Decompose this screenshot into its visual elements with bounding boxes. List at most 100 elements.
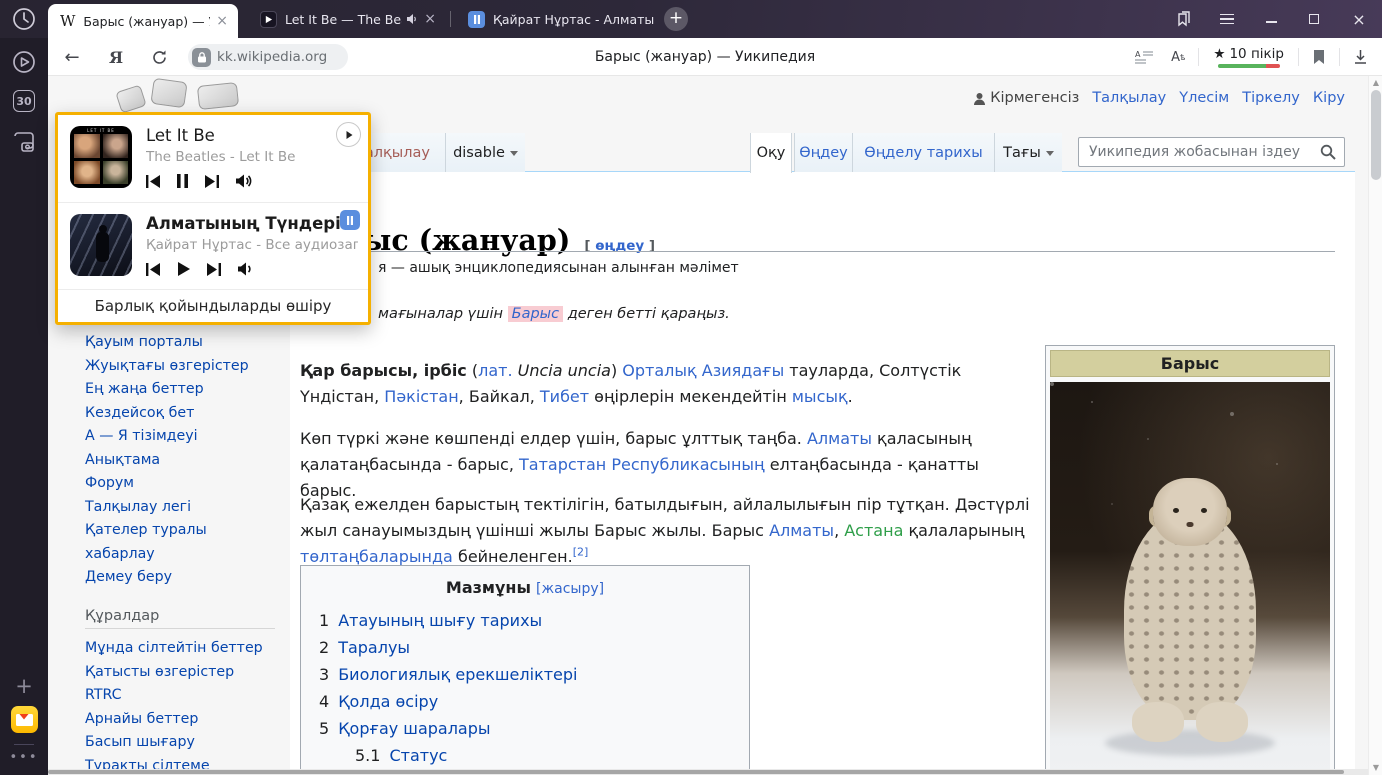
maximize-button[interactable]	[1305, 10, 1323, 28]
personal-link-contribs[interactable]: Үлесім	[1179, 90, 1229, 106]
tab-wikipedia[interactable]: W Барыс (жануар) — Уикипедия ×	[48, 4, 238, 38]
tools-link[interactable]: Басып шығару	[85, 731, 285, 755]
inline-link[interactable]: Астана	[844, 521, 903, 540]
page-tab-read[interactable]: Оқу	[750, 133, 792, 173]
scroll-down-arrow[interactable]: ▼	[1369, 763, 1382, 772]
tools-link[interactable]: RTRC	[85, 684, 285, 708]
tools-link[interactable]: Қатысты өзгерістер	[85, 661, 285, 685]
toc-item[interactable]: 3Биологиялық ерекшеліктері	[319, 661, 731, 688]
page-tab-more[interactable]: Тағы	[994, 133, 1062, 172]
inline-link[interactable]: лат.	[478, 361, 512, 380]
page-tab-edit[interactable]: Өңдеу	[794, 133, 852, 172]
previous-track-icon[interactable]	[146, 175, 160, 188]
close-window-button[interactable]: ×	[1350, 10, 1368, 28]
tab-close-icon[interactable]: ×	[210, 13, 238, 29]
tab-kairat-nurtas[interactable]: Қайрат Нұртас - Алматының	[458, 0, 654, 38]
add-panel-icon[interactable]: +	[0, 674, 48, 698]
horizontal-scrollbar[interactable]	[48, 769, 1368, 775]
address-bar[interactable]: kk.wikipedia.org	[188, 44, 348, 70]
minimize-button[interactable]	[1262, 10, 1280, 28]
back-button[interactable]: ←	[58, 38, 86, 76]
music-player-icon[interactable]	[0, 50, 48, 74]
next-track-icon[interactable]	[207, 263, 221, 276]
play-icon[interactable]	[177, 262, 190, 276]
reader-mode-icon[interactable]: A	[1135, 50, 1153, 64]
site-rating[interactable]: ★10 пікір	[1213, 46, 1284, 68]
inline-link[interactable]: [2]	[573, 546, 589, 559]
text-segment: Көп түркі және көшпенді елдер үшін, бары…	[300, 429, 807, 448]
text-segment: ,	[834, 521, 844, 540]
sidebar-link[interactable]: Жуықтағы өзгерістер	[85, 355, 275, 379]
browser-tab-bar: W Барыс (жануар) — Уикипедия × Let It Be…	[0, 0, 1382, 38]
tools-link[interactable]: Мұнда сілтейтін беттер	[85, 637, 285, 661]
vertical-scrollbar[interactable]: ▲ ▼	[1368, 76, 1382, 775]
toc-item[interactable]: 4Қолда өсіру	[319, 688, 731, 715]
scrollbar-thumb[interactable]	[48, 770, 1344, 774]
speaker-icon[interactable]	[406, 13, 418, 25]
sidebar-link[interactable]: Қауым порталы	[85, 331, 275, 355]
inline-link[interactable]: Орталық Азиядағы	[622, 361, 784, 380]
history-clock-icon[interactable]	[11, 6, 37, 32]
lock-icon[interactable]	[192, 48, 211, 67]
collections-icon[interactable]	[1174, 10, 1192, 28]
inline-link[interactable]: Барыс	[508, 306, 563, 322]
toc-subitem[interactable]: 5.1Статус	[319, 742, 731, 769]
previous-track-icon[interactable]	[146, 263, 160, 276]
inline-link[interactable]: Алматы	[769, 521, 834, 540]
text-segment: деген бетті қараңыз.	[563, 306, 730, 322]
scrollbar-thumb[interactable]	[1371, 90, 1381, 180]
inline-link[interactable]: Татарстан Республикасының	[519, 455, 765, 474]
title-rule	[300, 251, 1335, 252]
mute-all-tabs-button[interactable]: Барлық қойындыларды өшіру	[58, 289, 368, 322]
inline-link[interactable]: Пәкістан	[384, 387, 458, 406]
scroll-up-arrow[interactable]: ▲	[1369, 78, 1382, 87]
toc-item[interactable]: 2Таралуы	[319, 634, 731, 661]
inline-link[interactable]: мысық	[792, 387, 848, 406]
sidebar-link[interactable]: Демеу беру	[85, 566, 275, 590]
personal-link-login[interactable]: Кіру	[1313, 90, 1345, 106]
menu-icon[interactable]	[1218, 10, 1236, 28]
downloads-icon[interactable]	[1353, 49, 1368, 65]
calendar-icon[interactable]: 30	[0, 90, 48, 112]
personal-link-register[interactable]: Тіркелу	[1242, 90, 1300, 106]
yandex-mail-icon[interactable]	[0, 706, 48, 733]
bookmark-icon[interactable]	[1312, 49, 1326, 65]
search-icon[interactable]	[1320, 144, 1336, 160]
search-input[interactable]	[1087, 143, 1320, 161]
inline-link[interactable]: Алматы	[807, 429, 872, 448]
next-track-icon[interactable]	[205, 175, 219, 188]
sidebar-link[interactable]: Анықтама	[85, 449, 275, 473]
toc-item[interactable]: 1Атауының шығу тарихы	[319, 607, 731, 634]
new-tab-button[interactable]: +	[664, 7, 688, 31]
volume-icon[interactable]	[236, 174, 252, 188]
sidebar-link[interactable]: Кездейсоқ бет	[85, 402, 275, 426]
sidebar-link[interactable]: Талқылау легі	[85, 496, 275, 520]
hatnote: мағыналар үшін Барыс деген бетті қараңыз…	[378, 306, 730, 322]
sidebar-link[interactable]: Ең жаңа беттер	[85, 378, 275, 402]
toc-item[interactable]: 5Қорғау шаралары	[319, 715, 731, 742]
translate-icon[interactable]: Aѣ	[1171, 50, 1185, 65]
pause-icon[interactable]	[177, 174, 188, 188]
rating-label: 10 пікір	[1229, 46, 1284, 62]
play-in-tab-button[interactable]	[336, 122, 361, 147]
inline-link[interactable]: Тибет	[540, 387, 589, 406]
reload-button[interactable]	[146, 38, 172, 76]
toc-toggle-link[interactable]: жасыру	[542, 581, 599, 597]
snow-leopard-image[interactable]	[1050, 382, 1330, 775]
screenshot-icon[interactable]	[0, 130, 48, 154]
page-tab-disable[interactable]: disable	[445, 133, 525, 172]
sidebar-link[interactable]: А — Я тізімдеуі	[85, 425, 275, 449]
wiki-search-box[interactable]	[1078, 137, 1345, 167]
sidebar-link[interactable]: Форум	[85, 472, 275, 496]
tab-paused-badge[interactable]	[340, 210, 360, 230]
tab-let-it-be[interactable]: Let It Be — The Beatles ×	[250, 0, 446, 38]
sidebar-link[interactable]: Қателер туралы хабарлау	[85, 519, 275, 566]
tab-close-icon[interactable]: ×	[418, 11, 446, 27]
page-tab-history[interactable]: Өңделу тарихы	[852, 133, 994, 172]
more-options-icon[interactable]: •••	[0, 750, 48, 765]
inline-link[interactable]: төлтаңбаларында	[300, 547, 453, 566]
tools-link[interactable]: Арнайы беттер	[85, 708, 285, 732]
yandex-logo-icon[interactable]: Я	[104, 38, 128, 76]
personal-link-talk[interactable]: Талқылау	[1092, 90, 1166, 106]
volume-icon[interactable]	[238, 262, 254, 276]
